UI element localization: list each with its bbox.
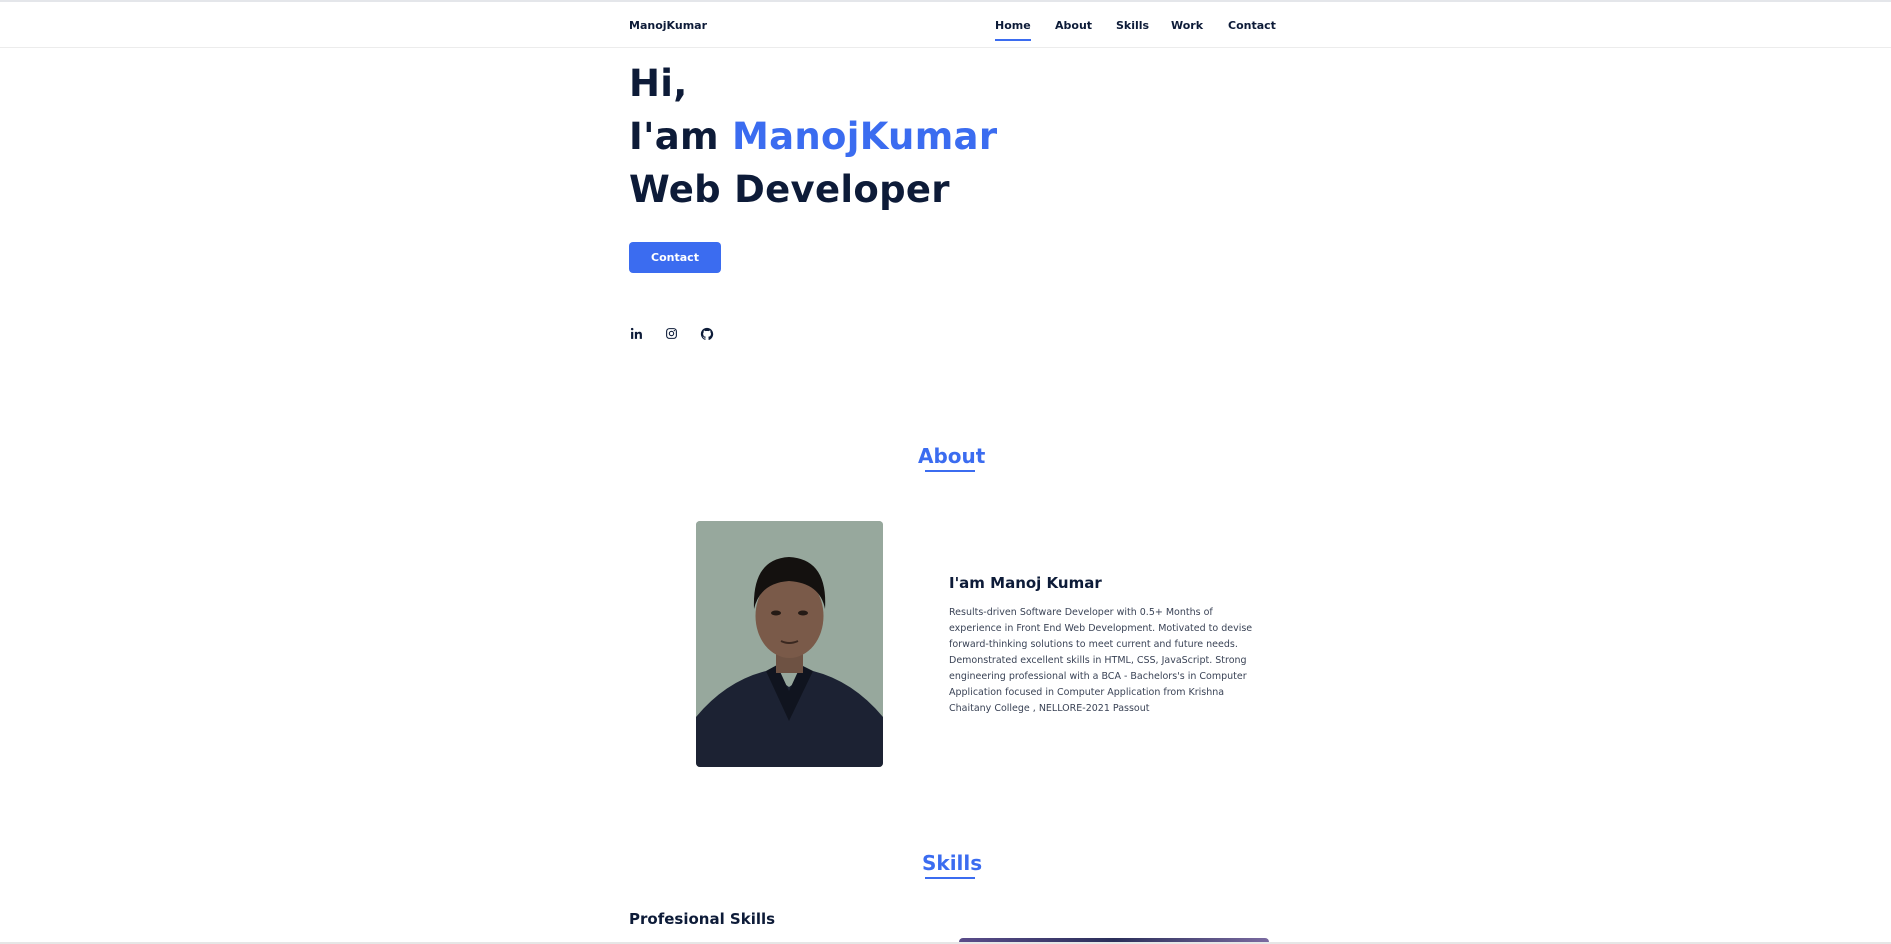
about-subtitle: I'am Manoj Kumar <box>949 574 1102 592</box>
hero-intro: I'am ManojKumar <box>629 115 997 158</box>
nav-about[interactable]: About <box>1055 19 1092 32</box>
hero-intro-prefix: I'am <box>629 115 732 158</box>
hero-name: ManojKumar <box>732 115 998 158</box>
hero-contact-button[interactable]: Contact <box>629 242 721 273</box>
hero-role: Web Developer <box>629 168 950 211</box>
site-logo[interactable]: ManojKumar <box>629 19 707 32</box>
profile-photo <box>696 521 883 767</box>
skills-section-title: Skills <box>922 851 983 875</box>
about-title-underline <box>925 470 975 472</box>
nav-home[interactable]: Home <box>995 19 1031 41</box>
nav-contact[interactable]: Contact <box>1228 19 1276 32</box>
about-section-title: About <box>918 444 986 468</box>
nav-skills[interactable]: Skills <box>1116 19 1149 32</box>
about-description: Results-driven Software Developer with 0… <box>949 607 1253 714</box>
site-header: ManojKumar Home About Skills Work Contac… <box>0 0 1891 48</box>
linkedin-icon[interactable] <box>628 325 645 342</box>
github-icon[interactable] <box>698 325 715 342</box>
hero-greeting: Hi, <box>629 62 688 105</box>
nav-work[interactable]: Work <box>1171 19 1203 32</box>
skills-title-underline <box>925 877 975 879</box>
instagram-icon[interactable] <box>663 325 680 342</box>
skills-subtitle: Profesional Skills <box>629 910 776 928</box>
